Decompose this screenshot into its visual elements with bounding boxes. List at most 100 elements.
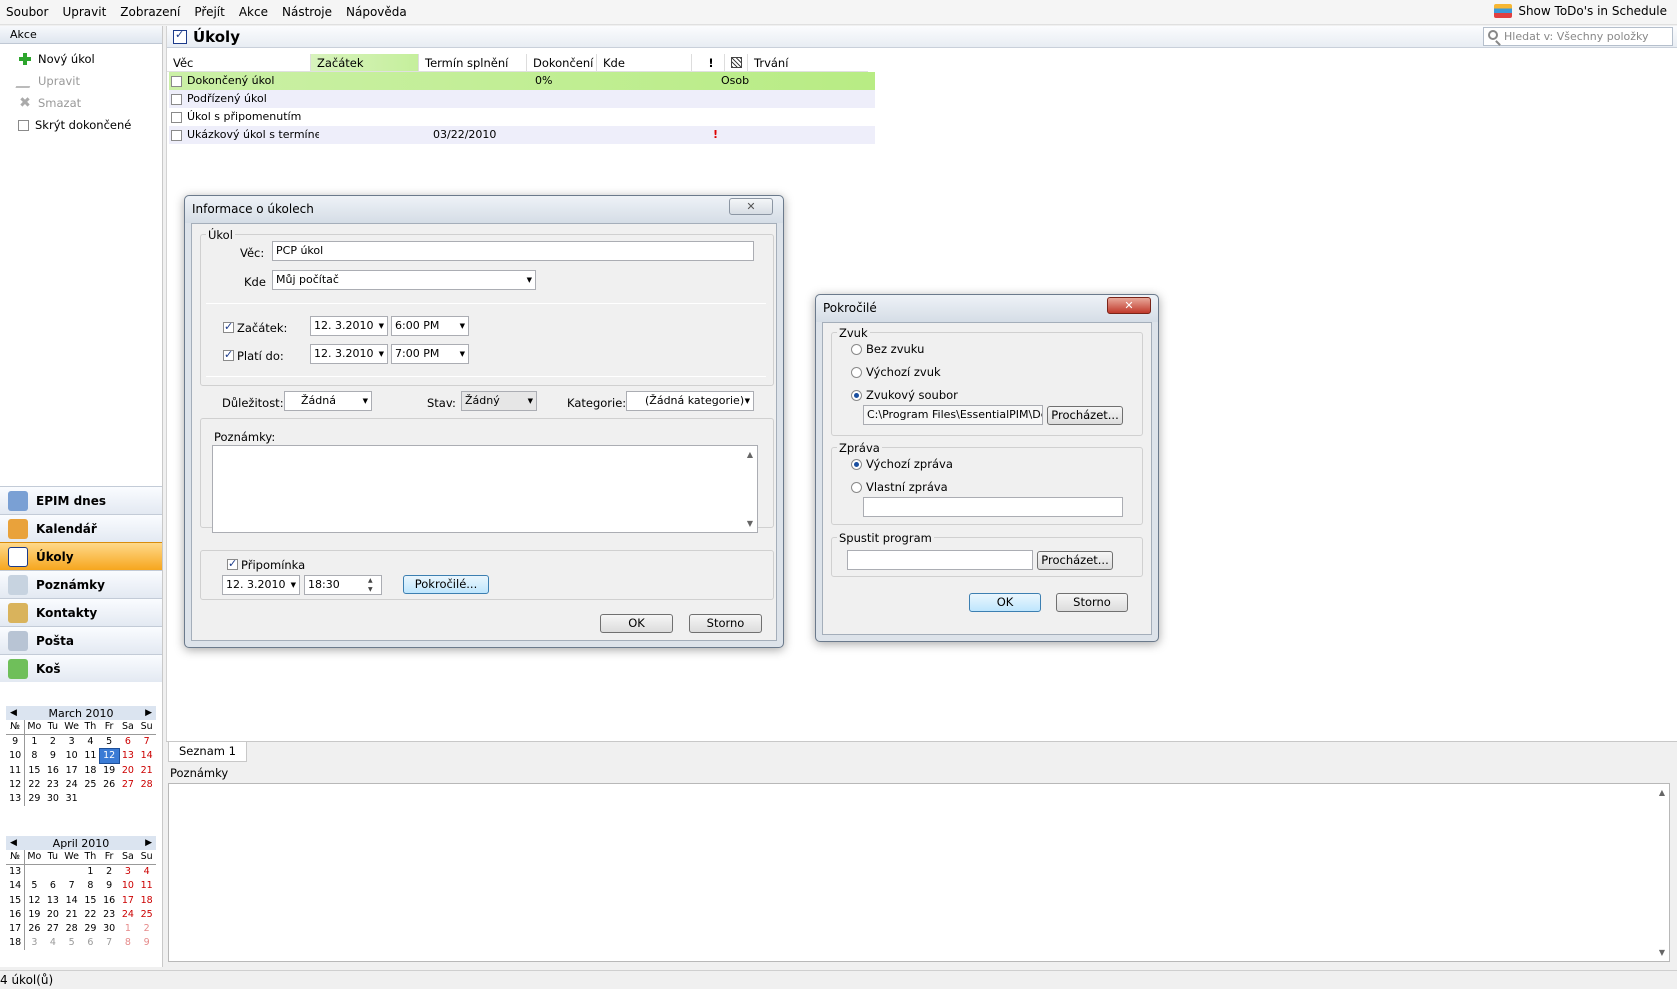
column-priority[interactable]: ! bbox=[692, 54, 725, 71]
calendar-day[interactable]: 10 bbox=[119, 879, 138, 893]
nav-mail[interactable]: Pošta bbox=[0, 626, 162, 654]
nav-epim-today[interactable]: EPIM dnes bbox=[0, 486, 162, 514]
table-row[interactable]: Dokončený úkol 0% Osob bbox=[169, 72, 875, 90]
calendar-day[interactable]: 5 bbox=[100, 734, 119, 748]
next-month-icon[interactable]: ▶ bbox=[145, 838, 152, 848]
reminder-date-picker[interactable]: 12. 3.2010 bbox=[222, 575, 300, 595]
radio-default-message[interactable] bbox=[851, 459, 862, 470]
calendar-day[interactable]: 12 bbox=[25, 893, 44, 907]
calendar-day[interactable]: 9 bbox=[44, 749, 63, 763]
status-select[interactable]: Žádný bbox=[461, 391, 537, 411]
calendar-day[interactable]: 30 bbox=[44, 791, 63, 805]
ok-button[interactable]: OK bbox=[969, 593, 1041, 612]
calendar-day[interactable]: 2 bbox=[137, 921, 156, 935]
row-checkbox[interactable] bbox=[171, 129, 182, 141]
calendar-day[interactable]: 9 bbox=[137, 936, 156, 950]
calendar-day[interactable]: 6 bbox=[119, 734, 138, 748]
calendar-day[interactable]: 7 bbox=[137, 734, 156, 748]
column-duration[interactable]: Trvání bbox=[748, 54, 868, 71]
calendar-day[interactable]: 15 bbox=[25, 763, 44, 777]
calendar-day[interactable]: 23 bbox=[44, 777, 63, 791]
start-checkbox[interactable] bbox=[223, 320, 234, 333]
due-date-picker[interactable]: 12. 3.2010 bbox=[310, 344, 388, 364]
priority-select[interactable]: Žádná bbox=[284, 391, 372, 411]
calendar-day[interactable]: 8 bbox=[81, 879, 100, 893]
time-spinner-icon[interactable]: ▲ ▼ bbox=[368, 576, 373, 594]
row-checkbox[interactable] bbox=[171, 75, 182, 87]
calendar-day[interactable]: 11 bbox=[81, 749, 100, 763]
advanced-button[interactable]: Pokročilé... bbox=[403, 575, 489, 594]
scroll-down-icon[interactable]: ▼ bbox=[747, 519, 753, 528]
calendar-day[interactable]: 13 bbox=[119, 749, 138, 763]
calendar-day[interactable]: 3 bbox=[25, 936, 44, 950]
scroll-up-icon[interactable]: ▲ bbox=[747, 450, 753, 459]
program-input[interactable] bbox=[847, 550, 1033, 570]
where-select[interactable]: Můj počítač bbox=[272, 270, 536, 290]
close-icon[interactable]: ✕ bbox=[729, 198, 773, 215]
column-status-icon[interactable] bbox=[725, 54, 748, 71]
start-date-picker[interactable]: 12. 3.2010 bbox=[310, 316, 388, 336]
calendar-day[interactable]: 18 bbox=[137, 893, 156, 907]
radio-default-sound[interactable] bbox=[851, 367, 862, 378]
nav-calendar[interactable]: Kalendář bbox=[0, 514, 162, 542]
calendar-day[interactable]: 1 bbox=[25, 734, 44, 748]
calendar-day[interactable]: 4 bbox=[44, 936, 63, 950]
calendar-day[interactable]: 2 bbox=[100, 864, 119, 878]
calendar-day[interactable]: 17 bbox=[62, 763, 81, 777]
ok-button[interactable]: OK bbox=[600, 614, 673, 633]
due-checkbox[interactable] bbox=[223, 348, 234, 361]
notes-textarea[interactable]: ▲ ▼ bbox=[168, 783, 1670, 962]
calendar-day[interactable]: 23 bbox=[100, 907, 119, 921]
calendar-day[interactable]: 6 bbox=[81, 936, 100, 950]
calendar-day[interactable]: 20 bbox=[119, 763, 138, 777]
column-due[interactable]: Termín splnění bbox=[419, 54, 527, 71]
table-row[interactable]: Ukázkový úkol s termínem c 03/22/2010 ! bbox=[169, 126, 875, 144]
calendar-day[interactable]: 17 bbox=[119, 893, 138, 907]
custom-message-input[interactable] bbox=[863, 497, 1123, 517]
calendar-day[interactable]: 21 bbox=[62, 907, 81, 921]
action-edit[interactable]: Upravit bbox=[0, 70, 162, 92]
browse-program-button[interactable]: Procházet... bbox=[1037, 551, 1113, 570]
menu-upravit[interactable]: Upravit bbox=[55, 0, 113, 25]
row-checkbox[interactable] bbox=[171, 93, 182, 105]
calendar-day[interactable]: 1 bbox=[81, 864, 100, 878]
calendar-day[interactable]: 24 bbox=[62, 777, 81, 791]
nav-contacts[interactable]: Kontakty bbox=[0, 598, 162, 626]
reminder-checkbox[interactable] bbox=[227, 557, 238, 570]
calendar-day[interactable]: 13 bbox=[44, 893, 63, 907]
calendar-day[interactable]: 6 bbox=[44, 879, 63, 893]
menu-napoveda[interactable]: Nápověda bbox=[339, 0, 414, 25]
menu-zobrazeni[interactable]: Zobrazení bbox=[113, 0, 187, 25]
table-row[interactable]: Úkol s připomenutím bbox=[169, 108, 875, 126]
prev-month-icon[interactable]: ◀ bbox=[10, 708, 17, 718]
calendar-day[interactable]: 29 bbox=[81, 921, 100, 935]
calendar-day[interactable]: 3 bbox=[62, 734, 81, 748]
calendar-day[interactable]: 8 bbox=[25, 749, 44, 763]
calendar-day[interactable]: 22 bbox=[81, 907, 100, 921]
due-time-picker[interactable]: 7:00 PM bbox=[391, 344, 469, 364]
calendar-day[interactable]: 19 bbox=[25, 907, 44, 921]
calendar-day[interactable]: 1 bbox=[119, 921, 138, 935]
calendar-day[interactable]: 11 bbox=[137, 879, 156, 893]
table-row[interactable]: Podřízený úkol bbox=[169, 90, 875, 108]
show-todo-in-schedule[interactable]: Show ToDo's in Schedule bbox=[1494, 4, 1667, 18]
radio-sound-file[interactable] bbox=[851, 390, 862, 401]
calendar-day[interactable]: 25 bbox=[81, 777, 100, 791]
next-month-icon[interactable]: ▶ bbox=[145, 708, 152, 718]
calendar-day[interactable]: 15 bbox=[81, 893, 100, 907]
menu-soubor[interactable]: Soubor bbox=[0, 0, 55, 25]
calendar-day[interactable]: 2 bbox=[44, 734, 63, 748]
checkbox-icon[interactable] bbox=[18, 119, 29, 131]
calendar-day[interactable]: 20 bbox=[44, 907, 63, 921]
calendar-day[interactable]: 4 bbox=[81, 734, 100, 748]
action-new-task[interactable]: Nový úkol bbox=[0, 48, 162, 70]
calendar-day[interactable]: 8 bbox=[119, 936, 138, 950]
calendar-day[interactable]: 7 bbox=[100, 936, 119, 950]
prev-month-icon[interactable]: ◀ bbox=[10, 838, 17, 848]
column-completion[interactable]: Dokončení bbox=[527, 54, 597, 71]
nav-tasks[interactable]: Úkoly bbox=[0, 542, 162, 570]
browse-sound-button[interactable]: Procházet... bbox=[1047, 406, 1123, 425]
calendar-day[interactable]: 5 bbox=[62, 936, 81, 950]
calendar-day[interactable]: 22 bbox=[25, 777, 44, 791]
calendar-day[interactable]: 24 bbox=[119, 907, 138, 921]
